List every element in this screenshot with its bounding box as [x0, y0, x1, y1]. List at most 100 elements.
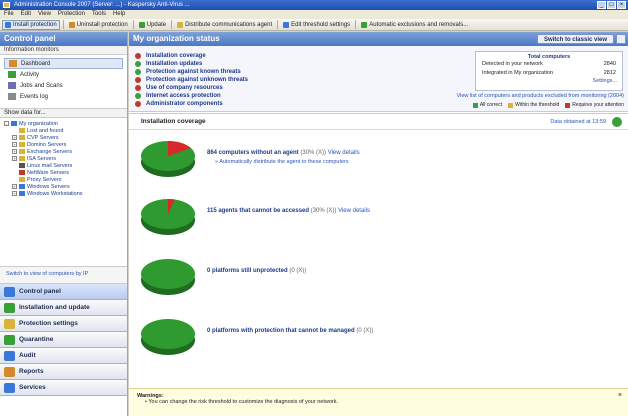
nav-button-label: Installation and update	[19, 304, 90, 311]
nav-reports-button[interactable]: Reports	[0, 364, 127, 380]
folder-icon	[19, 163, 25, 168]
tree-node-windows-workstations[interactable]: + Windows Workstations	[4, 190, 123, 197]
status-use-of-company-resources[interactable]: Use of company resources	[135, 84, 248, 92]
legend-label: Within the threshold	[515, 102, 560, 108]
menu-protection[interactable]: Protection	[58, 10, 85, 19]
menu-tools[interactable]: Tools	[92, 10, 106, 19]
distribute-agent-link[interactable]: » Automatically distribute the agent to …	[215, 159, 349, 165]
nav-protection-settings-button[interactable]: Protection settings	[0, 316, 127, 332]
status-protection-against-known-threats[interactable]: Protection against known threats	[135, 68, 248, 76]
status-internet-access-protection[interactable]: Internet access protection	[135, 92, 248, 100]
minimize-button[interactable]: _	[597, 1, 606, 9]
folder-icon	[19, 177, 25, 182]
toolbar-button-label: Update	[146, 21, 167, 28]
coverage-item-main: 115 agents that cannot be accessed	[207, 208, 310, 214]
settings-link[interactable]: Settings...	[476, 78, 622, 84]
menu-view[interactable]: View	[38, 10, 51, 19]
status-installation-updates[interactable]: Installation updates	[135, 60, 248, 68]
expand-toggle-icon[interactable]: +	[12, 142, 17, 147]
toolbar-uninstall-protection-button[interactable]: Uninstall protection	[67, 20, 130, 30]
status-label: Use of company resources	[146, 85, 223, 91]
close-warnings-icon[interactable]: ×	[618, 392, 622, 399]
monitor-events-log[interactable]: Events log	[4, 91, 123, 102]
folder-icon	[11, 121, 17, 126]
status-installation-coverage[interactable]: Installation coverage	[135, 52, 248, 60]
toolbar-update-button[interactable]: Update	[137, 20, 168, 30]
tree-node-exchange-servers[interactable]: + Exchange Servers	[4, 148, 123, 155]
view-excluded-list-link[interactable]: View list of computers and products excl…	[457, 93, 624, 99]
tree-node-label: Windows Servers	[27, 183, 70, 190]
status-label: Installation coverage	[146, 53, 206, 59]
menu-help[interactable]: Help	[113, 10, 125, 19]
folder-icon	[19, 170, 25, 175]
protection-icon	[4, 318, 15, 329]
tree-node-isa-servers[interactable]: + ISA Servers	[4, 155, 123, 162]
help-icon[interactable]	[616, 34, 626, 44]
switch-view-link[interactable]: Switch to view of computers by IP	[0, 266, 127, 284]
tree-node-lost-and-found[interactable]: Lost and found	[4, 127, 123, 134]
integrated-row: Integrated in My organization 2812	[476, 69, 622, 78]
nav-quarantine-button[interactable]: Quarantine	[0, 332, 127, 348]
expand-toggle-icon[interactable]: +	[12, 135, 17, 140]
expand-toggle-icon[interactable]: +	[12, 156, 17, 161]
refresh-icon[interactable]	[612, 117, 622, 127]
tree-node-cvp-servers[interactable]: + CVP Servers	[4, 134, 123, 141]
tree-node-label: Exchange Servers	[27, 148, 72, 155]
quarantine-icon	[4, 334, 15, 345]
toolbar-automatic-exclusions-and-removals-button[interactable]: Automatic exclusions and removals...	[359, 20, 470, 30]
tree-node-label: NetWare Servers	[27, 169, 69, 176]
expand-toggle-icon[interactable]: -	[4, 121, 9, 126]
tree-node-my-organization[interactable]: - My organization	[4, 120, 123, 127]
coverage-date: Data obtained at 13:59	[550, 119, 606, 125]
expand-toggle-icon[interactable]: +	[12, 191, 17, 196]
toolbar-separator	[355, 20, 357, 29]
toolbar-distribute-communications-agent-button[interactable]: Distribute communications agent	[175, 20, 274, 30]
navigation-list: Control panel Installation and update Prot…	[0, 284, 127, 396]
toolbar-install-protection-button[interactable]: Install protection	[2, 19, 60, 30]
switch-classic-view-button[interactable]: Switch to classic view	[536, 34, 614, 44]
expand-toggle-icon[interactable]: +	[12, 184, 17, 189]
nav-installation-and-update-button[interactable]: Installation and update	[0, 300, 127, 316]
monitor-label: Activity	[20, 71, 40, 78]
monitor-jobs-and-scans[interactable]: Jobs and Scans	[4, 80, 123, 91]
monitor-dashboard[interactable]: Dashboard	[4, 58, 123, 69]
tree-node-linux-mail-servers[interactable]: Linux mail Servers	[4, 162, 123, 169]
install-icon	[5, 21, 11, 28]
nav-button-label: Control panel	[19, 288, 61, 295]
threshold-icon	[283, 21, 290, 28]
title-bar: Administration Console 2007 (Server: ...…	[0, 0, 628, 10]
status-protection-against-unknown-threats[interactable]: Protection against unknown threats	[135, 76, 248, 84]
tree-node-domino-servers[interactable]: + Domino Servers	[4, 141, 123, 148]
expand-toggle-icon[interactable]: +	[12, 149, 17, 154]
organization-tree: - My organization Lost and found + CVP Serve…	[0, 118, 127, 266]
installation-icon	[4, 302, 15, 313]
tree-node-label: Windows Workstations	[27, 190, 83, 197]
monitor-activity[interactable]: Activity	[4, 69, 123, 80]
status-label: Administrator components	[146, 101, 223, 107]
menu-file[interactable]: File	[4, 10, 14, 19]
uninstall-icon	[68, 21, 75, 28]
coverage-item-detail: (30% (X))	[300, 150, 327, 156]
close-button[interactable]: ×	[617, 1, 626, 9]
organization-status-title: My organization status	[133, 34, 220, 43]
nav-audit-button[interactable]: Audit	[0, 348, 127, 364]
nav-services-button[interactable]: Services	[0, 380, 127, 396]
status-administrator-components[interactable]: Administrator components	[135, 100, 248, 108]
tree-node-windows-servers[interactable]: + Windows Servers	[4, 183, 123, 190]
maximize-button[interactable]: □	[607, 1, 616, 9]
tree-node-netware-servers[interactable]: NetWare Servers	[4, 169, 123, 176]
coverage-pie-chart	[141, 199, 195, 235]
tree-node-proxy-servers[interactable]: Proxy Servers	[4, 176, 123, 183]
menu-edit[interactable]: Edit	[21, 10, 31, 19]
view-details-link[interactable]: View details	[328, 150, 360, 156]
coverage-title: Installation coverage	[141, 118, 206, 125]
view-details-link[interactable]: View details	[338, 208, 370, 214]
toolbar-button-label: Uninstall protection	[76, 21, 128, 28]
coverage-item-detail: (30% (X))	[310, 208, 337, 214]
dashboard-icon	[9, 60, 17, 67]
nav-control-panel-button[interactable]: Control panel	[0, 284, 127, 300]
toolbar-edit-threshold-settings-button[interactable]: Edit threshold settings	[281, 20, 352, 30]
status-ok-icon	[135, 61, 141, 67]
nav-button-label: Audit	[19, 352, 36, 359]
warnings-text: You can change the risk threshold to cus…	[148, 399, 339, 405]
